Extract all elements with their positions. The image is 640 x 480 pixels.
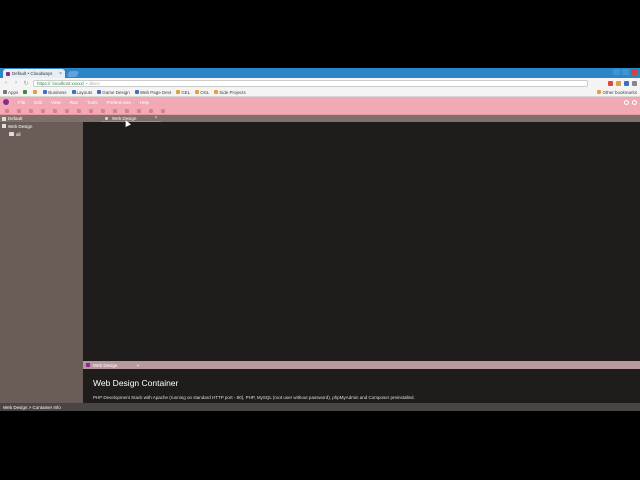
menu-item-preferences[interactable]: Preferences [107, 100, 131, 105]
open-icon[interactable] [17, 108, 21, 113]
tab-dot-icon [105, 116, 108, 120]
project-sidebar: Default Web Design all [0, 115, 83, 403]
screen: Default • Cloudways × ‹ › ↻ https:// loc… [0, 68, 640, 411]
address-bar[interactable]: https:// localhost:xxxxx/ • ideco [33, 79, 588, 87]
terminal-icon[interactable] [137, 108, 141, 113]
redo-icon[interactable] [89, 108, 93, 113]
folder-icon [43, 90, 48, 94]
bookmark-item[interactable]: GEL [176, 90, 190, 95]
maximize-button[interactable] [622, 69, 629, 75]
forward-button[interactable]: › [13, 80, 19, 86]
bookmark-item[interactable]: Layouts [71, 90, 92, 95]
menu-item-view[interactable]: View [51, 100, 61, 105]
panel-tab-label[interactable]: Web Design [93, 363, 117, 368]
favicon-icon [6, 71, 10, 76]
bookmark-icon [176, 90, 181, 94]
sidebar-item-all[interactable]: all [0, 130, 83, 138]
app-menubar: File Edit View Run Tools Preferences Hel… [0, 97, 640, 107]
stop-icon[interactable] [125, 108, 129, 113]
extension-icon[interactable] [616, 80, 621, 86]
app-window-controls [624, 99, 637, 105]
container-icon [86, 363, 90, 367]
app-logo-icon [3, 99, 9, 105]
run-icon[interactable] [113, 108, 117, 113]
letterbox-top [0, 0, 640, 68]
paste-icon[interactable] [65, 108, 69, 113]
sidebar-header[interactable]: Default [0, 115, 83, 122]
folder-icon [9, 132, 14, 136]
menu-item-edit[interactable]: Edit [34, 100, 42, 105]
folder-icon [134, 90, 139, 94]
new-tab-button[interactable] [66, 71, 80, 77]
status-breadcrumb: Web Design > Container Info [3, 404, 61, 410]
copy-icon[interactable] [53, 108, 57, 113]
bookmark-icon [214, 90, 219, 94]
cut-icon[interactable] [41, 108, 45, 113]
bookmark-item[interactable] [33, 90, 38, 94]
sidebar-item-web-design[interactable]: Web Design [0, 122, 83, 130]
bookmark-item[interactable]: OSL [195, 90, 209, 95]
panel-close-icon[interactable]: × [136, 363, 139, 368]
bookmark-icon [33, 90, 38, 94]
folder-icon [597, 90, 602, 94]
extension-icons [608, 80, 637, 86]
window-controls [613, 69, 638, 75]
folder-icon [71, 90, 76, 94]
editor-tab-bar: Web Design × [83, 115, 640, 122]
bookmark-item[interactable]: Apps [3, 90, 18, 95]
status-bar: Web Design > Container Info [0, 403, 640, 411]
new-icon[interactable] [5, 108, 9, 113]
minimize-button[interactable] [613, 69, 620, 75]
undo-icon[interactable] [77, 108, 81, 113]
menu-item-help[interactable]: Help [140, 100, 149, 105]
address-url: localhost:xxxxx/ [52, 80, 85, 86]
browser-icon[interactable] [149, 108, 153, 113]
close-window-button[interactable] [631, 69, 638, 75]
menu-item-run[interactable]: Run [70, 100, 78, 105]
browser-tab[interactable]: Default • Cloudways × [3, 69, 65, 78]
bookmark-item[interactable]: Web Page Devt [134, 90, 171, 95]
bookmark-item[interactable]: Business [43, 90, 67, 95]
bookmark-icon [23, 90, 28, 94]
apps-icon [3, 90, 7, 94]
container-info-panel: Web Design Container PHP Development Sta… [83, 369, 640, 403]
settings-icon[interactable] [624, 99, 629, 105]
bookmarks-bar: Apps Business Layouts Game Design Web Pa… [0, 88, 640, 97]
panel-description: PHP Development Stack with Apache (runni… [93, 395, 415, 400]
reload-button[interactable]: ↻ [23, 80, 29, 87]
workspace-icon [2, 116, 6, 121]
letterbox-bottom [0, 411, 640, 480]
find-icon[interactable] [101, 108, 105, 113]
bookmark-item[interactable]: Side Projects [214, 90, 246, 95]
bookmark-item[interactable]: Game Design [97, 90, 130, 95]
tab-close-icon[interactable]: × [154, 115, 157, 121]
app-toolbar [0, 107, 640, 115]
browser-tab-title: Default • Cloudways [12, 71, 53, 76]
panel-title: Web Design Container [93, 378, 179, 388]
secure-scheme: https:// [37, 80, 51, 86]
menu-icon[interactable] [632, 80, 637, 86]
back-button[interactable]: ‹ [3, 80, 9, 86]
browser-toolbar: ‹ › ↻ https:// localhost:xxxxx/ • ideco [0, 78, 640, 88]
other-bookmarks[interactable]: Other bookmarks [597, 90, 637, 95]
power-icon[interactable] [632, 99, 637, 105]
browser-tab-strip: Default • Cloudways × [0, 68, 640, 78]
tab-web-design[interactable]: Web Design × [101, 115, 162, 122]
more-icon[interactable] [161, 108, 165, 113]
tab-close-icon[interactable]: × [59, 71, 62, 77]
editor-area[interactable] [83, 122, 640, 361]
address-hint: • ideco [86, 80, 100, 86]
folder-icon [97, 90, 102, 94]
panel-tab-bar: Web Design × [83, 361, 640, 369]
extension-icon[interactable] [608, 80, 613, 86]
save-icon[interactable] [29, 108, 33, 113]
project-icon [2, 124, 6, 128]
bookmark-item[interactable] [23, 90, 28, 94]
menu-item-tools[interactable]: Tools [87, 100, 98, 105]
bookmark-icon [195, 90, 200, 94]
extension-icon[interactable] [624, 80, 629, 86]
menu-item-file[interactable]: File [18, 100, 25, 105]
